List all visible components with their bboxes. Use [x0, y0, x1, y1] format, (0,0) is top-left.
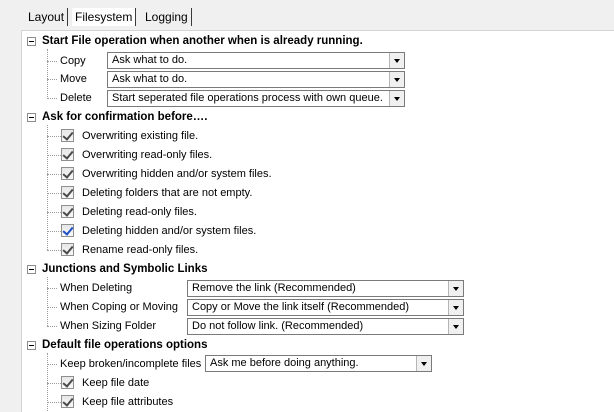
keep-broken-value: Ask me before doing anything. — [210, 357, 359, 369]
when-deleting-value: Remove the link (Recommended) — [192, 282, 356, 294]
checkbox-overwriting-readonly[interactable] — [61, 148, 74, 161]
tab-logging[interactable]: Logging — [142, 8, 192, 26]
tree-line — [47, 288, 57, 289]
tree-line — [47, 364, 57, 365]
section-title-file-operation: Start File operation when another when i… — [42, 35, 363, 47]
move-select-value: Ask what to do. — [112, 73, 188, 85]
tab-strip: Layout Filesystem Logging — [0, 0, 614, 30]
keep-broken-label: Keep broken/incomplete files — [60, 358, 202, 370]
when-deleting-label: When Deleting — [60, 282, 133, 294]
tree-line — [47, 174, 61, 175]
tree-line — [47, 383, 61, 384]
collapse-icon[interactable] — [27, 113, 36, 122]
collapse-icon[interactable] — [27, 37, 36, 46]
tree-line — [47, 307, 57, 308]
delete-select-value: Start seperated file operations process … — [112, 92, 383, 104]
tree-line — [47, 277, 48, 326]
tree-line — [47, 326, 57, 327]
confirm-label: Rename read-only files. — [82, 244, 199, 256]
tree-line — [47, 98, 57, 99]
tree-line — [47, 79, 57, 80]
section-title-junctions: Junctions and Symbolic Links — [42, 263, 208, 275]
settings-panel: Start File operation when another when i… — [21, 30, 614, 412]
chevron-down-icon[interactable] — [416, 356, 431, 371]
tab-filesystem[interactable]: Filesystem — [72, 8, 137, 26]
when-coping-value: Copy or Move the link itself (Recommende… — [192, 301, 410, 313]
when-coping-label: When Coping or Moving — [60, 301, 179, 313]
copy-select-value: Ask what to do. — [112, 54, 188, 66]
when-sizing-value: Do not follow link. (Recommended) — [192, 320, 364, 332]
checkbox-deleting-folders[interactable] — [61, 186, 74, 199]
tree-line — [47, 136, 61, 137]
confirm-label: Overwriting existing file. — [82, 130, 199, 142]
chevron-down-icon[interactable] — [389, 72, 404, 87]
tree-line — [47, 250, 61, 251]
chevron-down-icon[interactable] — [389, 53, 404, 68]
confirm-label: Deleting read-only files. — [82, 206, 197, 218]
checkbox-overwriting-hidden[interactable] — [61, 167, 74, 180]
move-label: Move — [60, 73, 87, 85]
delete-select[interactable]: Start seperated file operations process … — [107, 90, 405, 107]
checkbox-deleting-hidden[interactable] — [61, 224, 74, 237]
chevron-down-icon[interactable] — [448, 281, 463, 296]
section-title-confirmation: Ask for confirmation before…. — [42, 111, 208, 123]
chevron-down-icon[interactable] — [448, 319, 463, 334]
checkbox-deleting-readonly[interactable] — [61, 205, 74, 218]
section-title-defaults: Default file operations options — [42, 339, 208, 351]
tree-line — [47, 212, 61, 213]
keep-file-date-label: Keep file date — [82, 377, 150, 389]
when-sizing-select[interactable]: Do not follow link. (Recommended) — [187, 318, 464, 335]
checkbox-keep-file-attributes[interactable] — [61, 395, 74, 408]
confirm-label: Overwriting hidden and/or system files. — [82, 168, 272, 180]
checkbox-keep-file-date[interactable] — [61, 376, 74, 389]
keep-file-attributes-label: Keep file attributes — [82, 396, 174, 408]
chevron-down-icon[interactable] — [389, 91, 404, 106]
tree-line — [47, 155, 61, 156]
keep-broken-select[interactable]: Ask me before doing anything. — [205, 355, 432, 372]
when-deleting-select[interactable]: Remove the link (Recommended) — [187, 280, 464, 297]
tree-line — [47, 61, 57, 62]
confirm-label: Deleting hidden and/or system files. — [82, 225, 257, 237]
collapse-icon[interactable] — [27, 265, 36, 274]
checkbox-overwriting-existing[interactable] — [61, 129, 74, 142]
tree-line — [47, 231, 61, 232]
move-select[interactable]: Ask what to do. — [107, 71, 405, 88]
collapse-icon[interactable] — [27, 341, 36, 350]
confirm-label: Deleting folders that are not empty. — [82, 187, 253, 199]
when-coping-select[interactable]: Copy or Move the link itself (Recommende… — [187, 299, 464, 316]
confirm-label: Overwriting read-only files. — [82, 149, 213, 161]
chevron-down-icon[interactable] — [448, 300, 463, 315]
delete-label: Delete — [60, 92, 92, 104]
when-sizing-label: When Sizing Folder — [60, 320, 156, 332]
copy-label: Copy — [60, 55, 86, 67]
checkbox-rename-readonly[interactable] — [61, 243, 74, 256]
tab-layout[interactable]: Layout — [25, 8, 69, 26]
copy-select[interactable]: Ask what to do. — [107, 52, 405, 69]
tree-line — [47, 49, 48, 99]
tree-line — [47, 402, 61, 403]
tree-line — [47, 193, 61, 194]
